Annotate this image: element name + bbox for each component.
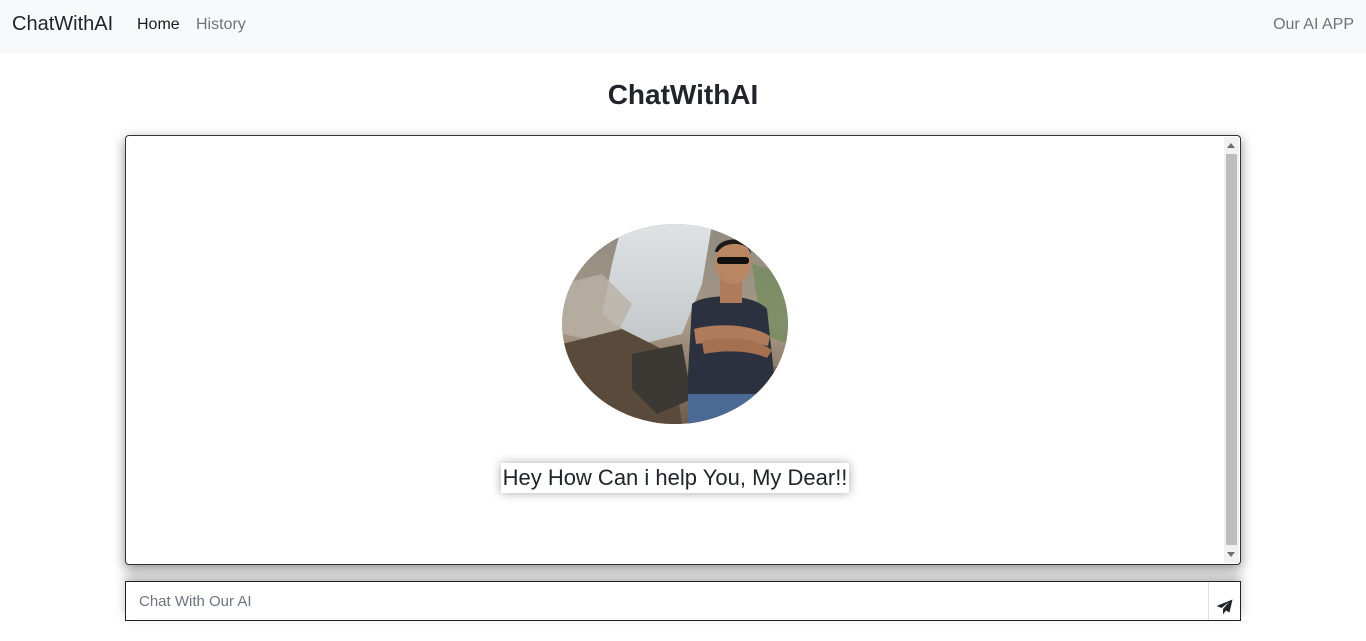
chat-input-group [125,581,1241,621]
scroll-up-icon[interactable] [1227,143,1235,148]
greeting-text: Hey How Can i help You, My Dear!! [500,463,850,493]
brand-link[interactable]: ChatWithAI [12,13,113,36]
send-button[interactable] [1208,582,1240,620]
chat-scrollbar[interactable] [1224,137,1239,563]
chat-window[interactable]: Hey How Can i help You, My Dear!! [125,135,1241,565]
avatar [562,224,788,424]
page-title: ChatWithAI [607,79,759,110]
scroll-down-icon[interactable] [1227,552,1235,557]
profile-photo-icon [562,224,788,424]
scroll-thumb[interactable] [1226,154,1237,545]
chat-input[interactable] [126,582,1208,620]
navbar: ChatWithAI Home History Our AI APP [0,0,1366,53]
paper-plane-icon [1216,599,1233,614]
nav-history-link[interactable]: History [196,16,246,34]
nav-our-ai-app-link[interactable]: Our AI APP [1273,16,1354,34]
greeting-message: Hey How Can i help You, My Dear!! [126,463,1224,493]
nav-home-link[interactable]: Home [137,16,180,34]
